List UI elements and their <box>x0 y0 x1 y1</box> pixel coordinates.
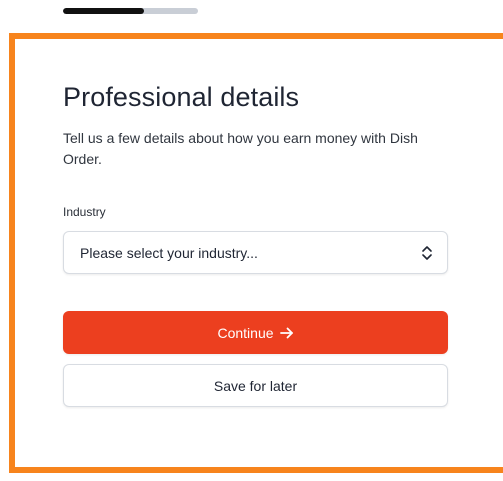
progress-bar-fill <box>63 8 144 14</box>
progress-bar <box>63 8 198 14</box>
page: Professional details Tell us a few detai… <box>0 0 503 481</box>
page-title: Professional details <box>63 82 300 112</box>
arrow-right-icon <box>279 327 294 339</box>
save-for-later-button[interactable]: Save for later <box>63 364 448 407</box>
chevron-up-down-icon <box>421 245 433 261</box>
continue-button[interactable]: Continue <box>63 311 448 354</box>
industry-select-value: Please select your industry... <box>80 244 258 261</box>
industry-label: Industry <box>63 205 106 219</box>
industry-select[interactable]: Please select your industry... <box>63 231 448 274</box>
page-subtitle: Tell us a few details about how you earn… <box>63 130 418 167</box>
continue-button-label: Continue <box>217 324 274 341</box>
